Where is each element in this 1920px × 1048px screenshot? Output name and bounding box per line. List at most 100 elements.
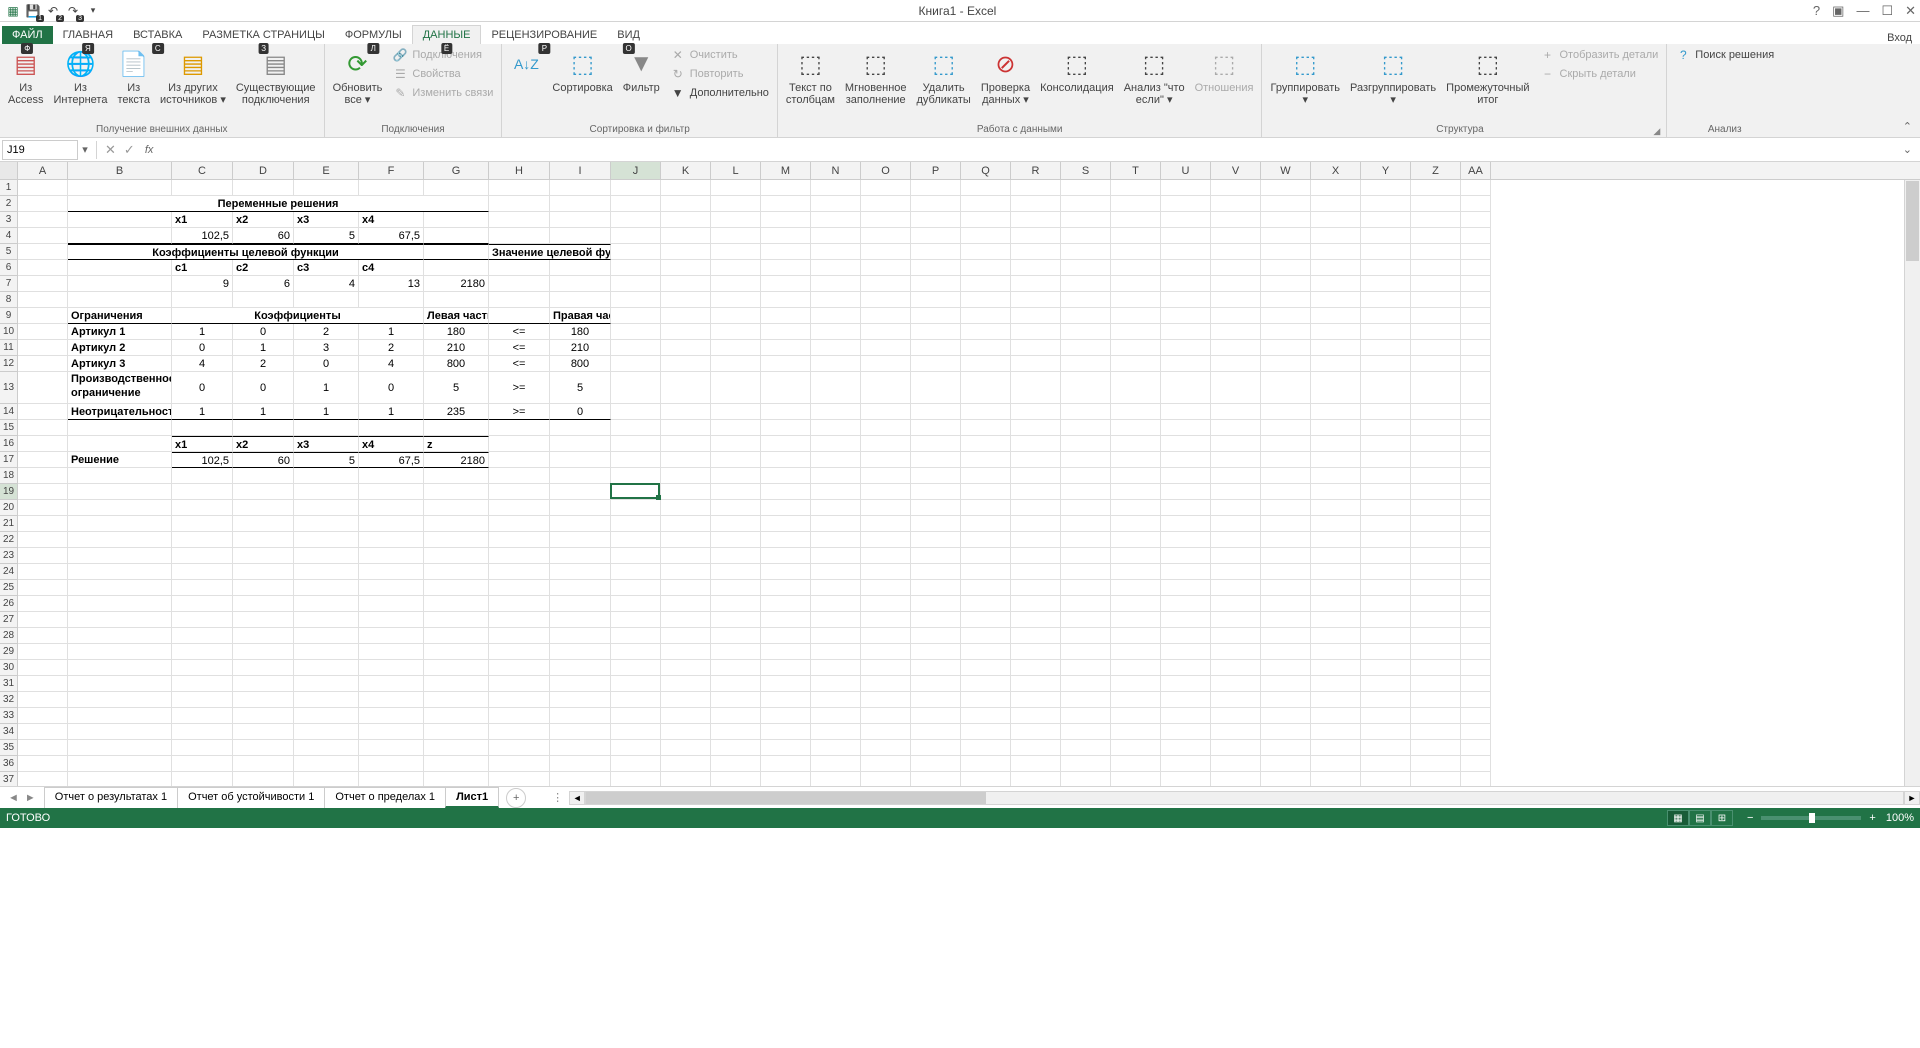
cell[interactable]	[489, 228, 550, 244]
cell[interactable]	[1111, 708, 1161, 724]
cell[interactable]	[761, 308, 811, 324]
cell[interactable]	[761, 420, 811, 436]
cell[interactable]	[294, 292, 359, 308]
cell[interactable]	[1411, 724, 1461, 740]
cell[interactable]	[761, 660, 811, 676]
cell[interactable]	[68, 212, 172, 228]
row-header[interactable]: 18	[0, 468, 18, 484]
cell[interactable]	[1061, 244, 1111, 260]
cell[interactable]	[550, 676, 611, 692]
cell[interactable]	[1011, 212, 1061, 228]
cell[interactable]	[1361, 692, 1411, 708]
cell[interactable]	[811, 436, 861, 452]
cell[interactable]	[611, 628, 661, 644]
cell[interactable]	[1411, 564, 1461, 580]
cell[interactable]	[1311, 436, 1361, 452]
cell[interactable]	[233, 708, 294, 724]
cell[interactable]: 60	[233, 228, 294, 244]
cell[interactable]	[1311, 196, 1361, 212]
cell[interactable]	[1111, 260, 1161, 276]
cell[interactable]	[911, 196, 961, 212]
cell[interactable]	[811, 500, 861, 516]
cell[interactable]	[811, 564, 861, 580]
cell[interactable]	[1111, 228, 1161, 244]
cell[interactable]	[18, 756, 68, 772]
cell[interactable]	[861, 356, 911, 372]
cell[interactable]	[711, 596, 761, 612]
cell[interactable]	[1361, 356, 1411, 372]
cell[interactable]	[550, 292, 611, 308]
zoom-level[interactable]: 100%	[1886, 812, 1914, 824]
cell[interactable]	[1061, 212, 1111, 228]
cell[interactable]	[294, 420, 359, 436]
cell[interactable]	[550, 628, 611, 644]
cell[interactable]	[1411, 596, 1461, 612]
cell[interactable]	[861, 660, 911, 676]
cell[interactable]	[1111, 452, 1161, 468]
signin-link[interactable]: Вход	[1887, 32, 1920, 44]
cell[interactable]	[811, 580, 861, 596]
row-header[interactable]: 4	[0, 228, 18, 244]
cell[interactable]	[1461, 692, 1491, 708]
cell[interactable]	[1411, 532, 1461, 548]
cell[interactable]	[1461, 404, 1491, 420]
cell[interactable]	[18, 452, 68, 468]
column-header[interactable]: E	[294, 162, 359, 179]
cell[interactable]	[359, 516, 424, 532]
column-header[interactable]: A	[18, 162, 68, 179]
row-header[interactable]: 11	[0, 340, 18, 356]
cell[interactable]	[550, 596, 611, 612]
column-header[interactable]: Z	[1411, 162, 1461, 179]
row-header[interactable]: 37	[0, 772, 18, 786]
cell[interactable]	[1011, 324, 1061, 340]
cell[interactable]	[489, 548, 550, 564]
cell[interactable]	[761, 292, 811, 308]
close-icon[interactable]: ✕	[1905, 3, 1916, 19]
cell[interactable]: 5	[550, 372, 611, 404]
cell[interactable]	[861, 532, 911, 548]
cell[interactable]	[1311, 452, 1361, 468]
cell[interactable]	[861, 276, 911, 292]
cell[interactable]	[1011, 740, 1061, 756]
cell[interactable]	[18, 340, 68, 356]
cell[interactable]	[861, 500, 911, 516]
cell[interactable]	[18, 532, 68, 548]
cell[interactable]	[961, 660, 1011, 676]
cell[interactable]	[1311, 308, 1361, 324]
cell[interactable]	[359, 676, 424, 692]
cell[interactable]	[172, 644, 233, 660]
cell[interactable]: 800	[424, 356, 489, 372]
cell[interactable]	[18, 564, 68, 580]
cell[interactable]: 5	[424, 372, 489, 404]
cell[interactable]	[1361, 756, 1411, 772]
cell[interactable]	[1111, 468, 1161, 484]
cell[interactable]	[359, 708, 424, 724]
cell[interactable]	[861, 580, 911, 596]
cell[interactable]	[811, 660, 861, 676]
cell[interactable]	[811, 308, 861, 324]
cell[interactable]	[68, 292, 172, 308]
cell[interactable]	[1161, 228, 1211, 244]
cell[interactable]	[1161, 532, 1211, 548]
column-header[interactable]: V	[1211, 162, 1261, 179]
row-header[interactable]: 31	[0, 676, 18, 692]
cell[interactable]	[711, 436, 761, 452]
cell[interactable]	[1361, 180, 1411, 196]
cell[interactable]	[1261, 212, 1311, 228]
cell[interactable]	[761, 372, 811, 404]
cell[interactable]	[489, 532, 550, 548]
cell[interactable]	[911, 244, 961, 260]
cell[interactable]	[1111, 180, 1161, 196]
cell[interactable]	[911, 724, 961, 740]
cell[interactable]	[661, 260, 711, 276]
cell[interactable]	[861, 708, 911, 724]
cell[interactable]	[1461, 436, 1491, 452]
cell[interactable]: 4	[359, 356, 424, 372]
cell[interactable]	[611, 308, 661, 324]
column-header[interactable]: N	[811, 162, 861, 179]
cell[interactable]	[1111, 340, 1161, 356]
cell[interactable]: 0	[359, 372, 424, 404]
cell[interactable]	[911, 500, 961, 516]
normal-view-button[interactable]: ▦	[1667, 810, 1689, 826]
cell[interactable]	[711, 452, 761, 468]
